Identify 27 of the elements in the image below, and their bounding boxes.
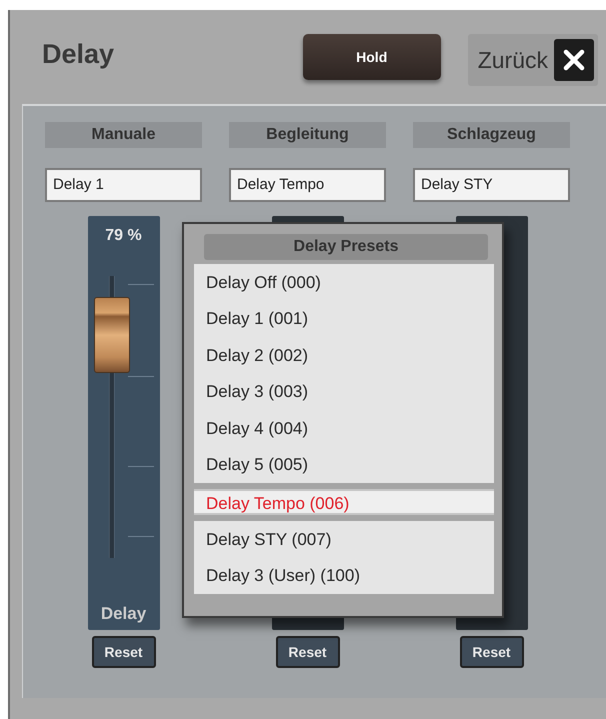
preset-item[interactable]: Delay 3 (003) [194,374,494,410]
preset-field[interactable]: Delay Tempo [229,168,386,202]
preset-item[interactable]: Delay 4 (004) [194,410,494,446]
channel-label: Manuale [45,122,202,148]
reset-button[interactable]: Reset [276,636,340,668]
preset-item[interactable]: Delay Off (000) [194,264,494,300]
preset-field[interactable]: Delay STY [413,168,570,202]
preset-item[interactable]: Delay STY (007) [194,521,494,558]
channel-label: Begleitung [229,122,386,148]
channel-label: Schlagzeug [413,122,570,148]
fader-reading: 79 % [104,226,143,246]
close-button[interactable] [554,39,594,81]
fader-label: Delay [100,602,148,624]
popup-title: Delay Presets [204,234,488,260]
fader-thumb[interactable] [94,297,130,374]
preset-item[interactable]: Delay 5 (005) [194,446,494,483]
preset-item[interactable]: Delay 3 (User) (100) [194,558,494,594]
preset-item[interactable]: Delay 1 (001) [194,300,494,337]
reset-button[interactable]: Reset [460,636,524,668]
back-button[interactable]: Zurück [468,34,598,86]
dialog-title: Delay [42,38,114,71]
close-icon [563,49,585,71]
preset-field[interactable]: Delay 1 [45,168,202,202]
preset-item[interactable]: Delay 2 (002) [194,337,494,374]
hold-button[interactable]: Hold [302,34,441,80]
reset-button[interactable]: Reset [92,636,156,668]
preset-item[interactable]: Delay Tempo (006) [194,489,494,515]
